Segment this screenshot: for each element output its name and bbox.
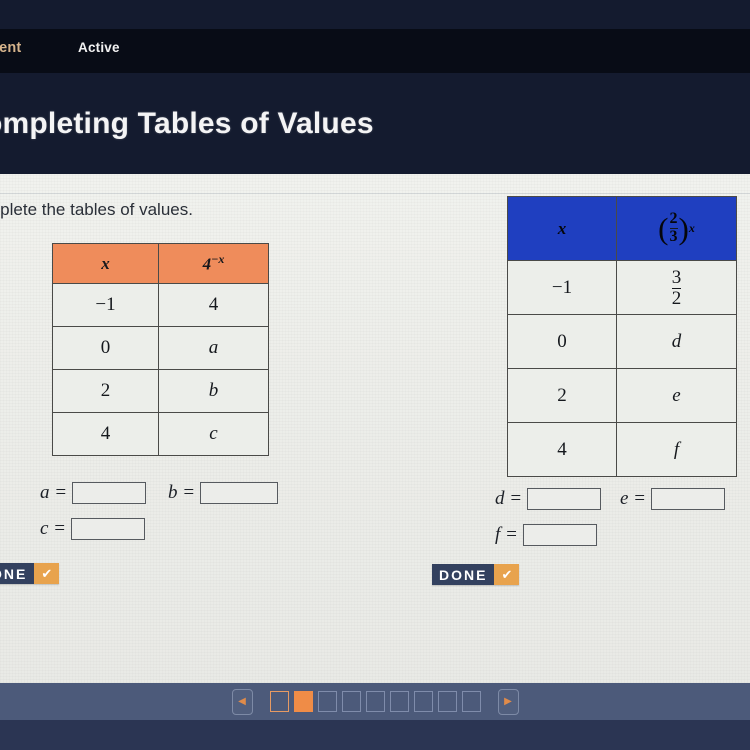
page-indicator-7[interactable] xyxy=(413,691,433,712)
page-indicator-2[interactable] xyxy=(293,691,313,712)
answer-input-c[interactable] xyxy=(71,518,146,540)
answer-label-c: c = xyxy=(40,518,67,539)
fraction-denominator: 3 xyxy=(669,228,678,245)
cell-x: −1 xyxy=(52,283,159,327)
screen-photo: ment Active ompleting Tables of Values m… xyxy=(0,0,750,750)
table-header-row: x ( 2 3 ) x xyxy=(507,196,737,261)
page-indicator-8[interactable] xyxy=(437,691,457,712)
table-row: 4 f xyxy=(507,422,737,477)
cell-y: e xyxy=(616,368,737,423)
right-paren: ) xyxy=(678,211,689,246)
answer-row-c: c = xyxy=(40,518,146,540)
answer-row-f: f = xyxy=(495,524,597,546)
browser-top-strip xyxy=(0,0,750,29)
check-icon: ✔ xyxy=(494,564,520,585)
answer-row-b: b = xyxy=(168,482,279,504)
cell-y: b xyxy=(158,369,269,413)
cell-y: d xyxy=(616,314,737,369)
header-exponent: x xyxy=(688,221,695,235)
fraction-denominator: 2 xyxy=(671,287,682,309)
chevron-left-icon: ◀ xyxy=(238,695,246,707)
fraction-numerator: 3 xyxy=(671,266,682,288)
page-indicator-3[interactable] xyxy=(317,691,337,712)
page-indicator-1[interactable] xyxy=(269,691,289,712)
table-row: 2 e xyxy=(507,368,737,423)
header-exponent: −x xyxy=(211,252,225,267)
page-indicator-9[interactable] xyxy=(461,691,481,712)
answer-input-e[interactable] xyxy=(651,488,726,510)
answer-label-e: e = xyxy=(620,488,647,509)
cell-x: 0 xyxy=(52,326,159,370)
bottom-dark-bar xyxy=(0,720,750,750)
header-cell-x: x xyxy=(507,196,617,261)
table-left: x 4−x −1 4 0 a 2 b 4 c xyxy=(52,243,269,456)
header-cell-function: ( 2 3 ) x xyxy=(616,196,737,261)
cell-y: c xyxy=(158,412,269,456)
chevron-right-icon: ▶ xyxy=(504,695,512,707)
table-right: x ( 2 3 ) x −1 3 2 0 d 2 e 4 f xyxy=(507,196,737,477)
left-paren: ( xyxy=(658,211,669,246)
done-button-right[interactable]: DONE ✔ xyxy=(432,564,520,585)
header-cell-function: 4−x xyxy=(158,243,269,284)
pagination-bar: ◀ ▶ xyxy=(0,683,750,720)
cell-y: 4 xyxy=(158,283,269,327)
table-row: 2 b xyxy=(52,369,269,413)
cell-x: 2 xyxy=(52,369,159,413)
check-icon: ✔ xyxy=(34,563,60,584)
answer-label-b: b = xyxy=(168,482,196,503)
instruction-text: mplete the tables of values. xyxy=(0,200,193,219)
header-cell-x: x xyxy=(52,243,159,284)
page-indicator-5[interactable] xyxy=(365,691,385,712)
table-row: 0 a xyxy=(52,326,269,370)
table-row: 0 d xyxy=(507,314,737,369)
table-row: −1 4 xyxy=(52,283,269,327)
next-page-button[interactable]: ▶ xyxy=(497,688,519,715)
answer-input-f[interactable] xyxy=(522,524,597,546)
cell-x: −1 xyxy=(507,260,617,315)
page-indicator-4[interactable] xyxy=(341,691,361,712)
cell-x: 0 xyxy=(507,314,617,369)
table-header-row: x 4−x xyxy=(52,243,269,284)
answer-row-e: e = xyxy=(620,488,726,510)
breadcrumb-assignment[interactable]: ment xyxy=(0,40,21,56)
answer-row-a: a = xyxy=(40,482,147,504)
cell-y: a xyxy=(158,326,269,370)
cell-x: 2 xyxy=(507,368,617,423)
page-indicator-6[interactable] xyxy=(389,691,409,712)
answer-input-a[interactable] xyxy=(72,482,147,504)
page-title: ompleting Tables of Values xyxy=(0,107,374,140)
cell-x: 4 xyxy=(507,422,617,477)
tab-active[interactable]: Active xyxy=(78,40,120,55)
paper-fold-line xyxy=(0,193,750,194)
table-row: −1 3 2 xyxy=(507,260,737,315)
done-button-left[interactable]: ONE ✔ xyxy=(0,563,60,584)
fraction-power-expression: ( 2 3 ) x xyxy=(658,211,695,245)
cell-y: 3 2 xyxy=(616,260,737,315)
fraction-numerator: 2 xyxy=(669,210,678,228)
prev-page-button[interactable]: ◀ xyxy=(231,688,253,715)
fraction: 3 2 xyxy=(671,266,682,309)
answer-input-b[interactable] xyxy=(200,482,279,504)
fraction: 2 3 xyxy=(669,210,678,245)
answer-input-d[interactable] xyxy=(527,488,602,510)
answer-label-d: d = xyxy=(495,488,523,509)
answer-label-a: a = xyxy=(40,482,68,503)
done-button-label: ONE xyxy=(0,563,35,584)
cell-x: 4 xyxy=(52,412,159,456)
cell-y: f xyxy=(616,422,737,477)
done-button-label: DONE xyxy=(432,564,495,585)
answer-row-d: d = xyxy=(495,488,602,510)
header-base: 4 xyxy=(202,254,212,274)
answer-label-f: f = xyxy=(495,524,518,545)
table-row: 4 c xyxy=(52,412,269,456)
